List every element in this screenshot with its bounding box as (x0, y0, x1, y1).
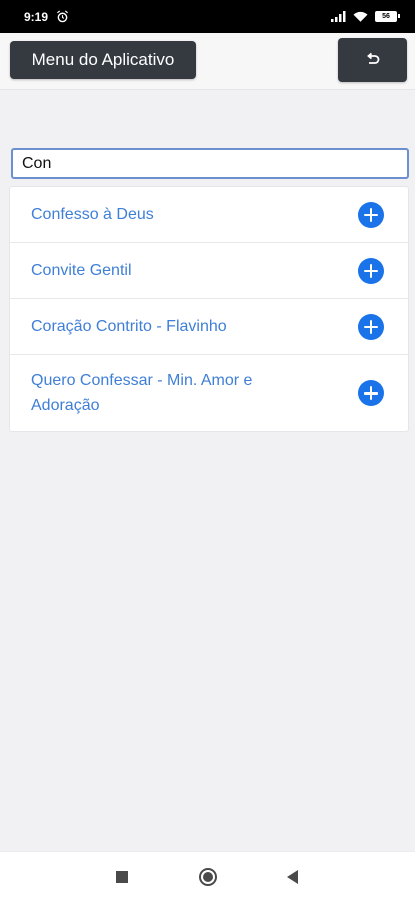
status-bar: 9:19 56 (0, 0, 415, 33)
add-icon[interactable] (358, 257, 384, 284)
battery-level: 56 (382, 13, 390, 20)
back-triangle-icon[interactable] (287, 870, 298, 884)
list-item[interactable]: Coração Contrito - Flavinho (10, 299, 408, 355)
app-header: Menu do Aplicativo (0, 33, 415, 90)
list-item-title[interactable]: Confesso à Deus (31, 202, 154, 227)
status-left: 9:19 (24, 10, 69, 24)
battery-icon: 56 (375, 11, 400, 22)
status-time: 9:19 (24, 9, 49, 24)
status-right: 56 (331, 11, 400, 23)
list-item[interactable]: Quero Confessar - Min. Amor e Adoração (10, 355, 408, 431)
undo-icon (366, 52, 379, 64)
wifi-icon (353, 11, 368, 22)
recents-square-icon[interactable] (116, 871, 128, 883)
list-item[interactable]: Confesso à Deus (10, 187, 408, 243)
signal-icon (331, 11, 346, 22)
alarm-icon (57, 10, 69, 23)
list-item-title[interactable]: Coração Contrito - Flavinho (31, 314, 227, 339)
home-circle-icon[interactable] (199, 868, 217, 886)
list-item-title[interactable]: Convite Gentil (31, 258, 132, 283)
add-icon[interactable] (358, 380, 384, 406)
system-nav-bar (0, 851, 415, 901)
list-item[interactable]: Convite Gentil (10, 243, 408, 299)
search-input[interactable] (11, 148, 409, 179)
add-icon[interactable] (358, 201, 384, 228)
list-item-title[interactable]: Quero Confessar - Min. Amor e Adoração (31, 368, 321, 418)
results-list: Confesso à Deus Convite Gentil Coração C… (9, 186, 409, 432)
back-button[interactable] (338, 38, 407, 82)
app-menu-button[interactable]: Menu do Aplicativo (10, 41, 196, 79)
add-icon[interactable] (358, 313, 384, 340)
